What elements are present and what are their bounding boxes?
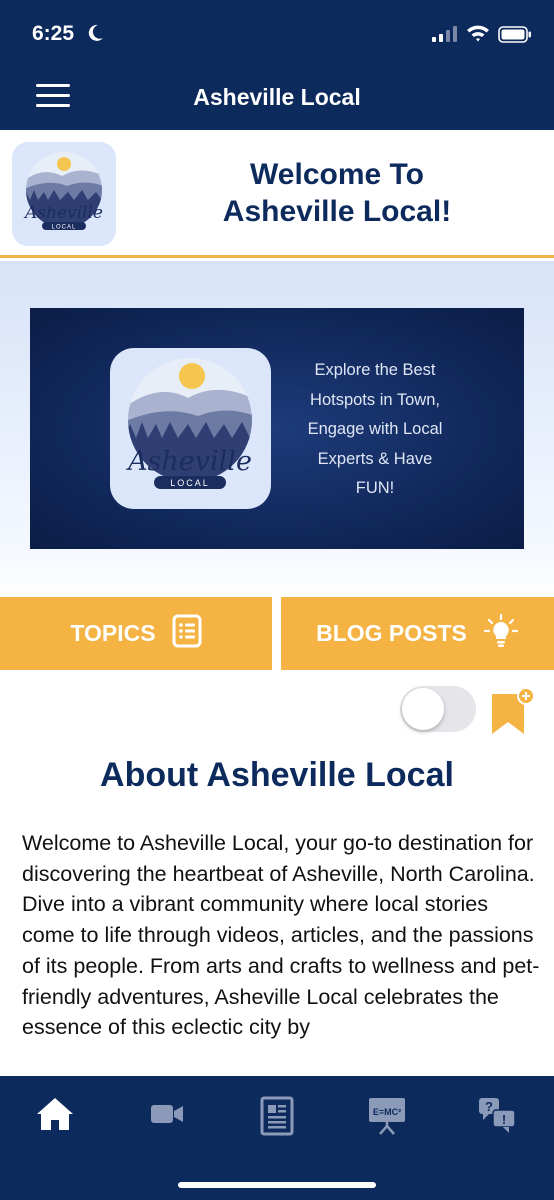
toggle-knob xyxy=(402,688,444,730)
battery-icon xyxy=(498,26,532,48)
article-icon[interactable] xyxy=(252,1096,302,1146)
banner-tagline: Explore the Best Hotspots in Town, Engag… xyxy=(307,361,443,497)
signal-icon xyxy=(432,26,458,47)
toggle-switch[interactable] xyxy=(400,686,476,732)
moon-icon xyxy=(88,24,104,47)
presentation-label: E=MC² xyxy=(373,1107,401,1117)
home-indicator[interactable] xyxy=(178,1182,376,1188)
presentation-icon[interactable]: E=MC² xyxy=(362,1096,412,1146)
home-icon[interactable] xyxy=(30,1096,80,1146)
wifi-icon xyxy=(466,24,490,47)
video-icon[interactable] xyxy=(142,1096,192,1146)
top-bar: 6:25 Asheville Local xyxy=(0,0,554,130)
topics-label: TOPICS xyxy=(70,620,156,646)
svg-text:!: ! xyxy=(502,1112,506,1127)
blog-posts-label: BLOG POSTS xyxy=(316,620,467,646)
promo-banner: Asheville LOCAL Explore the Best Hotspot… xyxy=(30,308,524,549)
app-title: Asheville Local xyxy=(193,84,361,110)
lightbulb-icon xyxy=(483,613,519,655)
svg-text:?: ? xyxy=(485,1099,493,1114)
banner-logo-text: Asheville xyxy=(125,446,252,477)
qa-icon[interactable]: ? ! xyxy=(472,1096,522,1146)
banner-logo-subtext: LOCAL xyxy=(170,478,210,488)
banner-logo: Asheville LOCAL xyxy=(110,348,271,509)
about-body: Welcome to Asheville Local, your go-to d… xyxy=(22,831,540,1040)
blog-posts-button[interactable]: BLOG POSTS xyxy=(281,597,554,670)
bookmark-add-icon[interactable] xyxy=(490,686,536,738)
status-bar: 6:25 xyxy=(0,18,554,52)
welcome-title: Welcome To Asheville Local! xyxy=(222,158,452,228)
status-time: 6:25 xyxy=(32,22,75,45)
about-title: About Asheville Local xyxy=(100,756,454,794)
topics-button[interactable]: TOPICS xyxy=(0,597,272,670)
svg-text:LOCAL: LOCAL xyxy=(52,225,77,231)
welcome-header: Asheville LOCAL Welcome To Asheville Loc… xyxy=(0,130,554,258)
asheville-logo: Asheville LOCAL xyxy=(12,142,116,246)
list-icon xyxy=(172,614,202,654)
svg-text:Asheville: Asheville xyxy=(23,203,103,223)
